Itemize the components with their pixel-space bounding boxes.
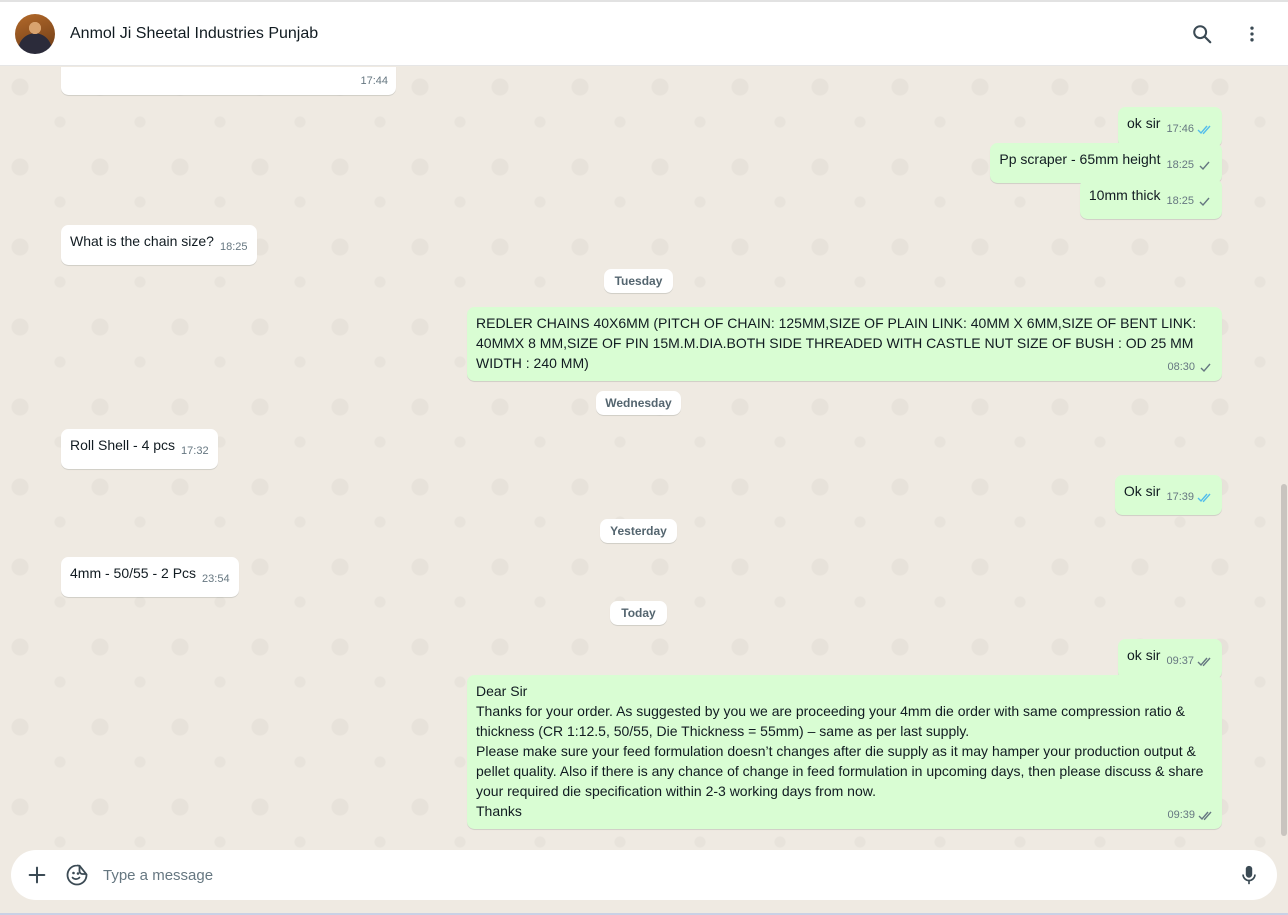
message-meta: 17:46 [1166, 119, 1213, 139]
message-meta: 18:25 [220, 237, 248, 257]
double-check-blue-icon [1197, 125, 1211, 134]
message-time: 17:46 [1166, 123, 1194, 135]
message-time: 23:54 [202, 573, 230, 585]
message-meta: 09:39 [1167, 805, 1214, 825]
message-time: 18:25 [1166, 195, 1194, 207]
single-check-icon [1200, 363, 1211, 372]
message-text: ok sir [1127, 115, 1161, 131]
message-time: 08:30 [1167, 361, 1195, 373]
message-outgoing[interactable]: ok sir 17:46 [1118, 107, 1222, 147]
message-text: ok sir [1127, 647, 1161, 663]
message-incoming[interactable]: 17:44 [61, 67, 396, 95]
message-outgoing[interactable]: 10mm thick 18:25 [1079, 179, 1222, 219]
date-separator: Wednesday [596, 391, 681, 415]
chat-scrollbar[interactable] [1281, 484, 1287, 836]
message-meta: 17:39 [1166, 487, 1213, 507]
avatar[interactable] [15, 13, 55, 54]
message-time: 18:25 [1166, 159, 1194, 171]
message-meta: 18:25 [1166, 191, 1213, 211]
message-meta: 08:30 [1167, 357, 1214, 377]
message-text: Ok sir [1123, 483, 1161, 499]
composer-box [11, 850, 1277, 900]
message-text: 4mm - 50/55 - 2 Pcs [70, 565, 197, 581]
message-outgoing[interactable]: Dear Sir Thanks for your order. As sugge… [467, 675, 1222, 829]
message-text: REDLER CHAINS 40X6MM (PITCH OF CHAIN: 12… [476, 315, 1200, 371]
double-check-grey-icon [1197, 657, 1211, 666]
message-incoming[interactable]: 4mm - 50/55 - 2 Pcs 23:54 [61, 557, 239, 597]
chat-title[interactable]: Anmol Ji Sheetal Industries Punjab [70, 25, 1182, 43]
message-outgoing[interactable]: Pp scraper - 65mm height 18:25 [990, 143, 1222, 183]
message-outgoing[interactable]: ok sir 09:37 [1118, 639, 1222, 679]
single-check-icon [1199, 161, 1210, 170]
sticker-icon[interactable] [57, 855, 97, 895]
double-check-blue-icon [1197, 493, 1211, 502]
message-time: 17:32 [181, 445, 209, 457]
date-separator: Yesterday [600, 519, 677, 543]
message-time: 17:39 [1166, 491, 1194, 503]
message-incoming[interactable]: Roll Shell - 4 pcs 17:32 [61, 429, 218, 469]
search-icon[interactable] [1182, 14, 1222, 54]
plus-icon[interactable] [17, 855, 57, 895]
message-text: Pp scraper - 65mm height [999, 151, 1161, 167]
message-meta: 09:37 [1166, 651, 1213, 671]
message-outgoing[interactable]: REDLER CHAINS 40X6MM (PITCH OF CHAIN: 12… [467, 307, 1222, 381]
message-input[interactable] [103, 855, 1229, 895]
message-text: Roll Shell - 4 pcs [70, 437, 176, 453]
date-separator: Today [610, 601, 667, 625]
message-text: Dear Sir Thanks for your order. As sugge… [476, 683, 1204, 819]
message-meta: 23:54 [202, 569, 230, 589]
chat-header: Anmol Ji Sheetal Industries Punjab [0, 2, 1288, 66]
message-text: 10mm thick [1088, 187, 1161, 203]
message-time: 09:39 [1167, 809, 1195, 821]
kebab-menu-icon[interactable] [1232, 14, 1272, 54]
message-time: 09:37 [1166, 655, 1194, 667]
message-meta: 17:32 [181, 441, 209, 461]
message-list[interactable]: 17:44 ok sir 17:46 Pp scraper - 65mm heig… [0, 67, 1288, 848]
message-time: 17:44 [360, 75, 388, 87]
message-incoming[interactable]: What is the chain size? 18:25 [61, 225, 257, 265]
message-text: What is the chain size? [70, 233, 214, 249]
double-check-grey-icon [1198, 811, 1212, 820]
date-separator: Tuesday [604, 269, 673, 293]
microphone-icon[interactable] [1229, 855, 1269, 895]
composer-bar [0, 848, 1288, 915]
single-check-icon [1199, 197, 1210, 206]
message-time: 18:25 [219, 241, 248, 253]
message-meta: 18:25 [1166, 155, 1213, 175]
message-outgoing[interactable]: Ok sir 17:39 [1114, 475, 1222, 515]
